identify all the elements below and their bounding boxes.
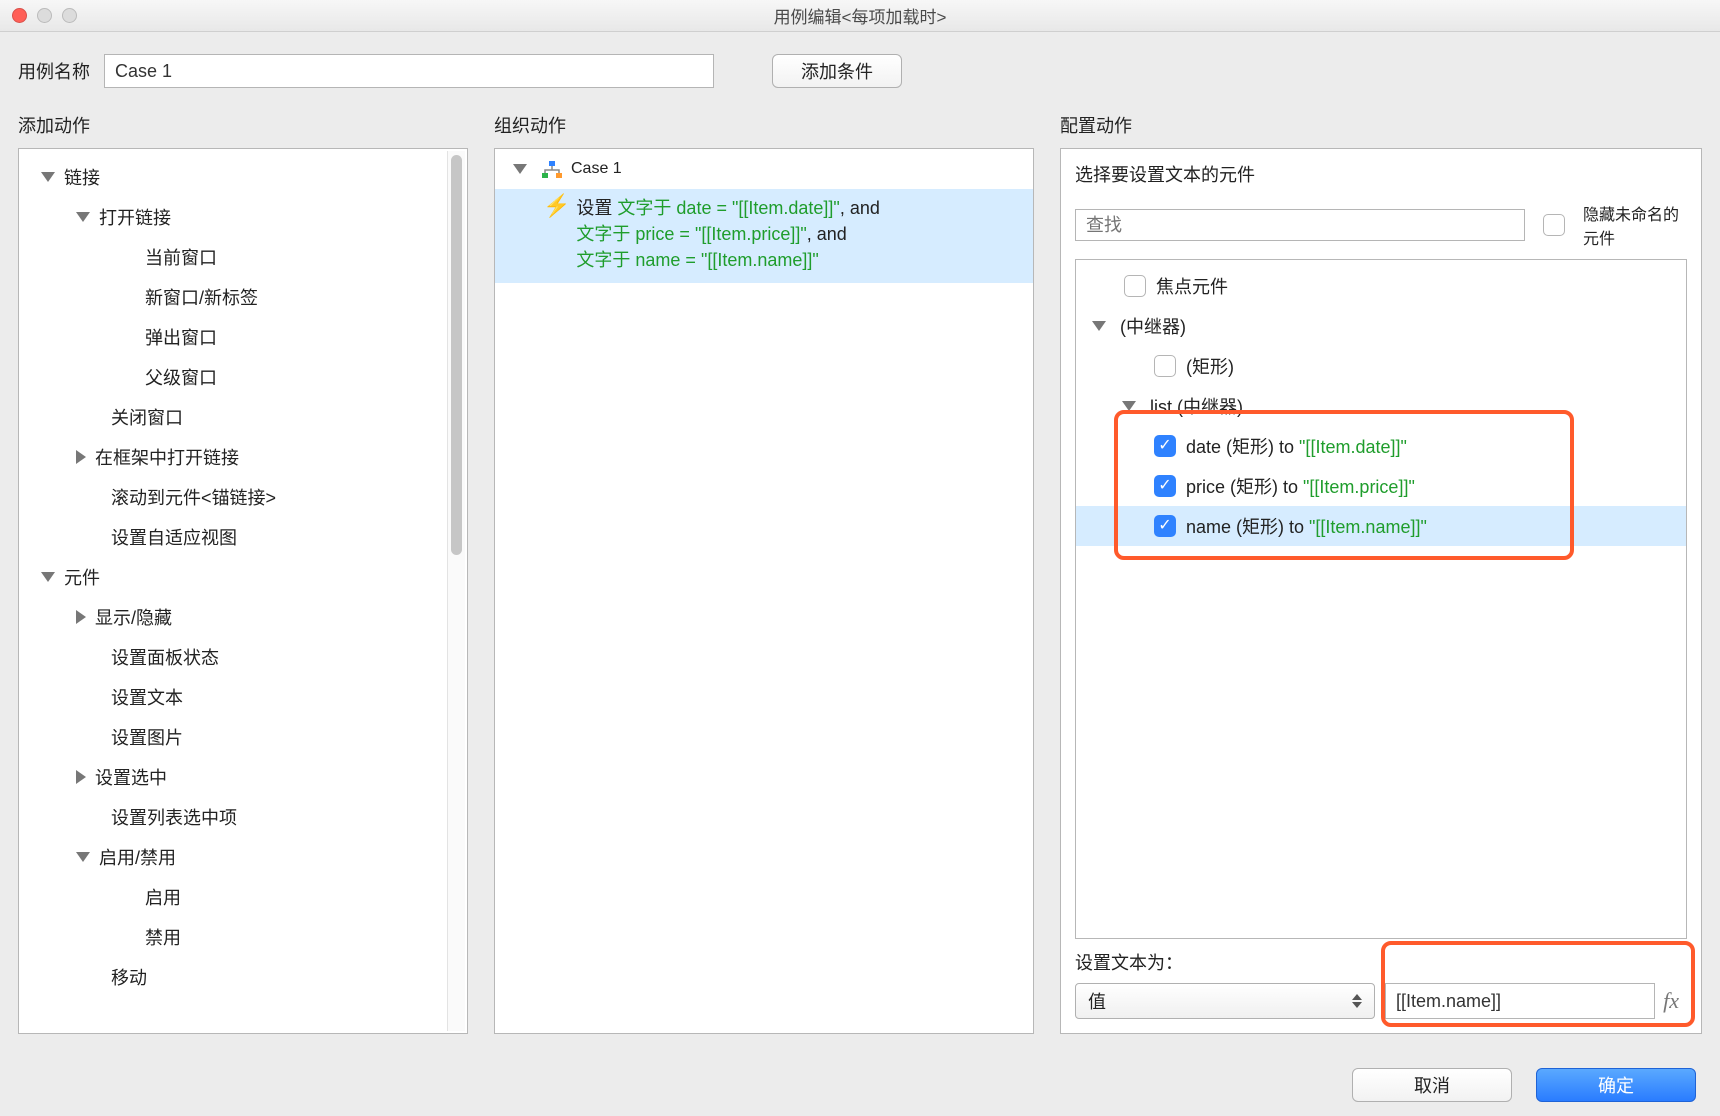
titlebar: 用例编辑<每项加载时> [0, 0, 1720, 32]
case-label: Case 1 [571, 160, 622, 178]
tree-open-link-newtab[interactable]: 新窗口/新标签 [21, 277, 465, 317]
tree-enable-disable[interactable]: 启用/禁用 [21, 837, 465, 877]
chevron-down-icon [41, 572, 55, 582]
tree-open-in-frame[interactable]: 在框架中打开链接 [21, 437, 465, 477]
value-select-label: 值 [1088, 988, 1106, 1014]
search-input[interactable] [1075, 209, 1525, 241]
widget-repeater-parent[interactable]: (中继器) [1076, 306, 1686, 346]
window-title: 用例编辑<每项加载时> [0, 3, 1720, 28]
rect-unnamed-label: (矩形) [1186, 353, 1234, 379]
tree-open-link-current[interactable]: 当前窗口 [21, 237, 465, 277]
tree-disable[interactable]: 禁用 [21, 917, 465, 957]
add-action-heading: 添加动作 [18, 112, 468, 138]
tree-open-link-parent[interactable]: 父级窗口 [21, 357, 465, 397]
checkbox[interactable] [1154, 355, 1176, 377]
chevron-down-icon [513, 164, 527, 174]
set-text-as-label: 设置文本为： [1075, 949, 1687, 975]
chevron-right-icon [76, 610, 86, 624]
organize-action-heading: 组织动作 [494, 112, 1034, 138]
tree-set-text[interactable]: 设置文本 [21, 677, 465, 717]
action-tree: 链接 打开链接 当前窗口 新窗口/新标签 弹出窗口 父级窗口 关闭窗口 在框架中… [19, 149, 467, 1005]
chevron-right-icon [76, 450, 86, 464]
tree-group-link[interactable]: 链接 [21, 157, 465, 197]
cancel-button[interactable]: 取消 [1352, 1068, 1512, 1102]
list-repeater-label: list (中继器) [1150, 393, 1243, 419]
tree-enable[interactable]: 启用 [21, 877, 465, 917]
widget-list-repeater[interactable]: list (中继器) [1076, 386, 1686, 426]
chevron-down-icon [41, 172, 55, 182]
scrollbar-thumb[interactable] [451, 155, 462, 555]
chevron-down-icon [76, 852, 90, 862]
checkbox-checked[interactable] [1154, 435, 1176, 457]
tree-close-window[interactable]: 关闭窗口 [21, 397, 465, 437]
scrollbar[interactable] [447, 151, 465, 1031]
configure-action-panel: 选择要设置文本的元件 隐藏未命名的元件 焦点元件 (中继器) (矩形) [1060, 148, 1702, 1034]
repeater-parent-label: (中继器) [1120, 313, 1186, 339]
chevron-down-icon [1092, 321, 1106, 331]
case-row[interactable]: Case 1 [495, 149, 1033, 189]
widget-item-date[interactable]: date (矩形) to "[[Item.date]]" [1076, 426, 1686, 466]
widget-item-price[interactable]: price (矩形) to "[[Item.price]]" [1076, 466, 1686, 506]
configure-action-heading: 配置动作 [1060, 112, 1702, 138]
item-name-label: name (矩形) to "[[Item.name]]" [1186, 513, 1427, 539]
action-row-selected[interactable]: ⚡ 设置 文字于 date = "[[Item.date]]", and 文字于… [495, 189, 1033, 283]
chevron-down-icon [76, 212, 90, 222]
checkbox-checked[interactable] [1154, 475, 1176, 497]
hide-unnamed-checkbox[interactable] [1543, 214, 1565, 236]
case-name-label: 用例名称 [18, 58, 90, 84]
tree-show-hide[interactable]: 显示/隐藏 [21, 597, 465, 637]
chevron-down-icon [1122, 401, 1136, 411]
tree-move[interactable]: 移动 [21, 957, 465, 997]
widget-focus-label: 焦点元件 [1156, 273, 1228, 299]
action-text: 设置 文字于 date = "[[Item.date]]", and 文字于 p… [576, 195, 879, 273]
tree-set-selected[interactable]: 设置选中 [21, 757, 465, 797]
fx-button[interactable]: fx [1655, 988, 1687, 1014]
tree-set-panel-state[interactable]: 设置面板状态 [21, 637, 465, 677]
tree-set-adaptive[interactable]: 设置自适应视图 [21, 517, 465, 557]
add-condition-button[interactable]: 添加条件 [772, 54, 902, 88]
flow-icon [541, 161, 561, 177]
tree-open-link-popup[interactable]: 弹出窗口 [21, 317, 465, 357]
tree-open-link[interactable]: 打开链接 [21, 197, 465, 237]
organize-action-panel: Case 1 ⚡ 设置 文字于 date = "[[Item.date]]", … [494, 148, 1034, 1034]
ok-button[interactable]: 确定 [1536, 1068, 1696, 1102]
lightning-icon: ⚡ [543, 195, 570, 217]
updown-icon [1352, 994, 1362, 1008]
case-name-row: 用例名称 添加条件 [0, 32, 1720, 94]
add-action-panel: 链接 打开链接 当前窗口 新窗口/新标签 弹出窗口 父级窗口 关闭窗口 在框架中… [18, 148, 468, 1034]
checkbox[interactable] [1124, 275, 1146, 297]
case-name-input[interactable] [104, 54, 714, 88]
tree-set-list-selected[interactable]: 设置列表选中项 [21, 797, 465, 837]
widget-rect-unnamed[interactable]: (矩形) [1076, 346, 1686, 386]
tree-scroll-anchor[interactable]: 滚动到元件<锚链接> [21, 477, 465, 517]
dialog-footer: 取消 确定 [1352, 1068, 1696, 1102]
item-date-label: date (矩形) to "[[Item.date]]" [1186, 433, 1407, 459]
widget-item-name[interactable]: name (矩形) to "[[Item.name]]" [1076, 506, 1686, 546]
checkbox-checked[interactable] [1154, 515, 1176, 537]
widget-list: 焦点元件 (中继器) (矩形) list (中继器) date (矩形) to … [1075, 259, 1687, 939]
fx-value-input[interactable] [1385, 983, 1655, 1019]
value-type-select[interactable]: 值 [1075, 983, 1375, 1019]
chevron-right-icon [76, 770, 86, 784]
item-price-label: price (矩形) to "[[Item.price]]" [1186, 473, 1415, 499]
tree-set-image[interactable]: 设置图片 [21, 717, 465, 757]
hide-unnamed-label: 隐藏未命名的元件 [1583, 201, 1687, 249]
select-widget-title: 选择要设置文本的元件 [1075, 161, 1687, 187]
tree-group-widget[interactable]: 元件 [21, 557, 465, 597]
widget-focus-row[interactable]: 焦点元件 [1076, 266, 1686, 306]
